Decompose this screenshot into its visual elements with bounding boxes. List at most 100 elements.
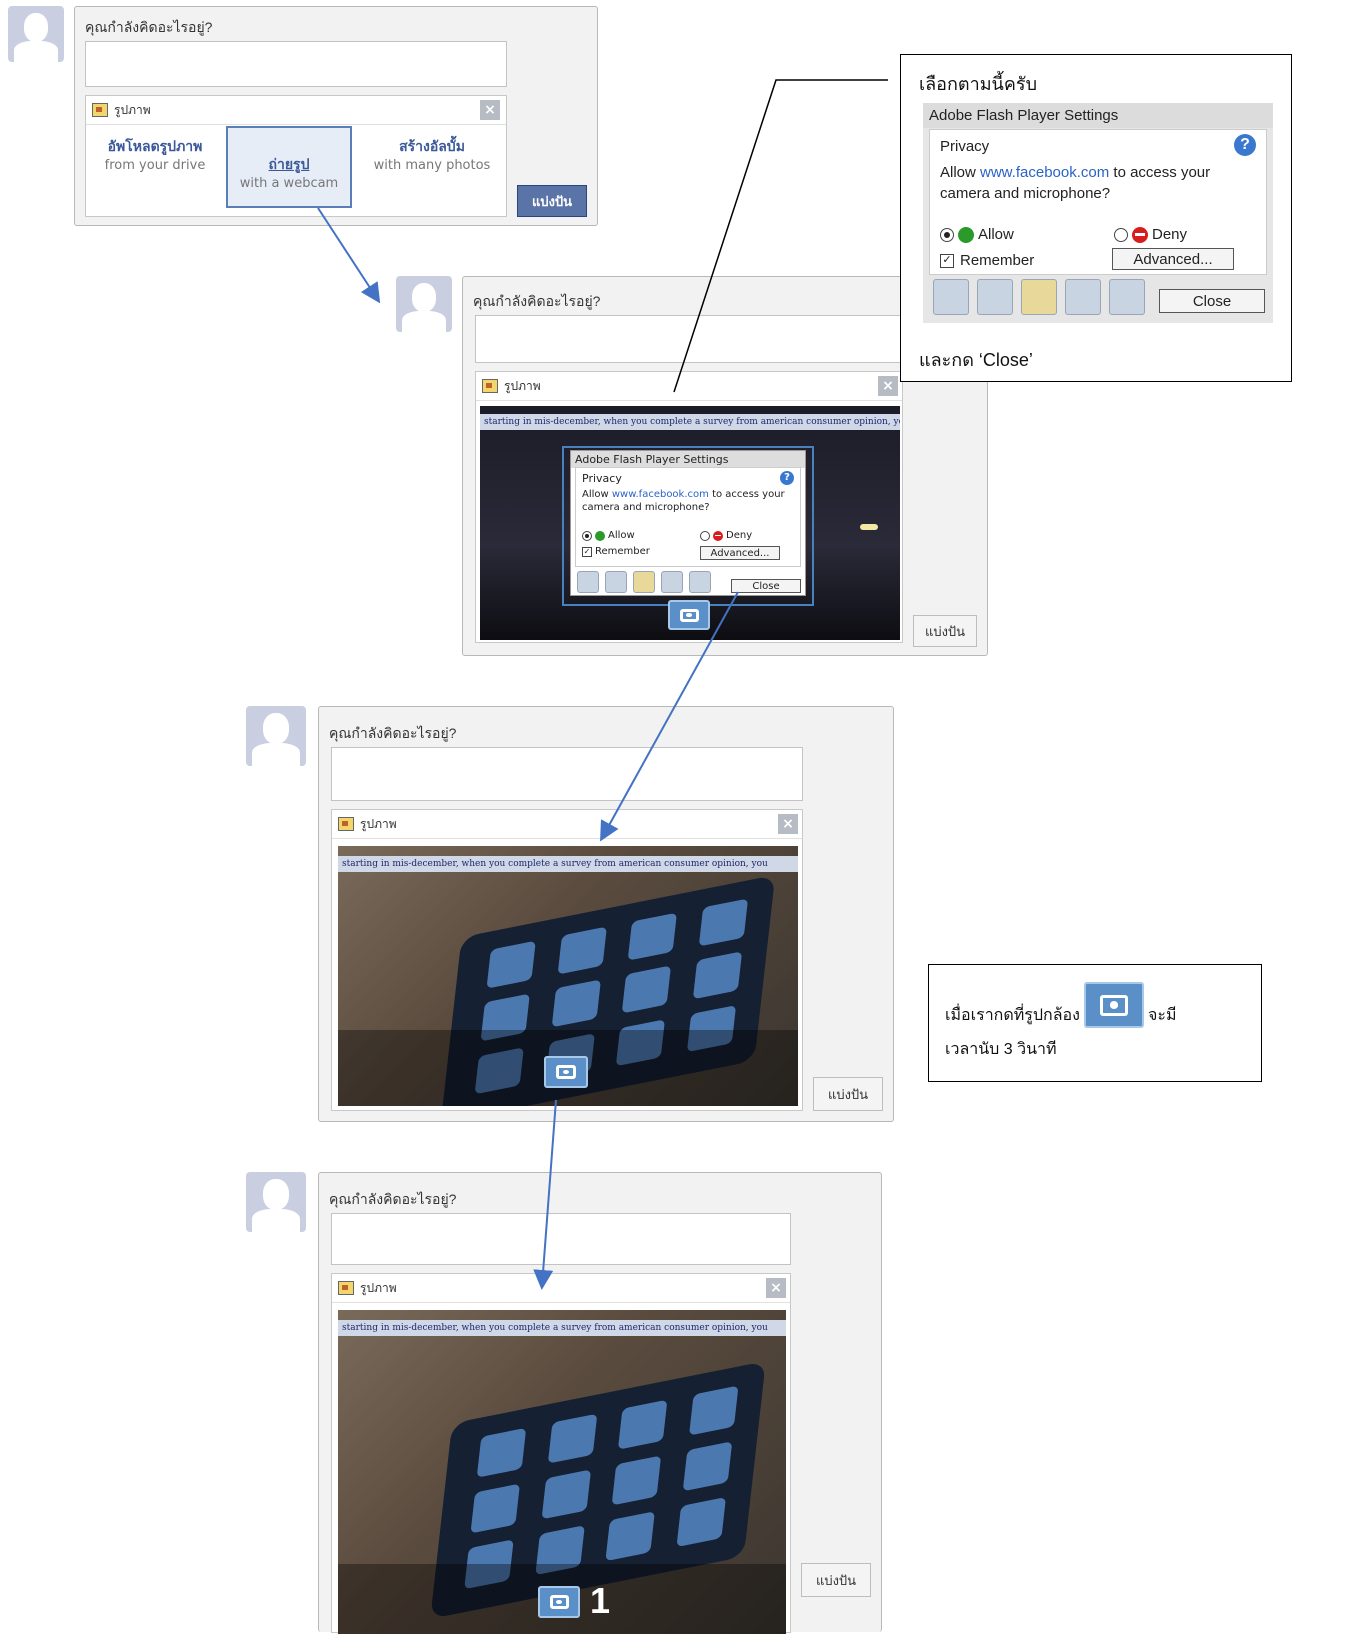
attachment-header: รูปภาพ (476, 372, 902, 401)
photo-icon (482, 379, 498, 393)
option-webcam[interactable]: ถ่ายรูป with a webcam (226, 126, 352, 208)
microphone-tab-icon[interactable] (1065, 279, 1101, 315)
status-input[interactable] (475, 315, 903, 363)
flash-section: Privacy (940, 138, 990, 155)
webcam-banner: starting in mis-december, when you compl… (480, 414, 900, 430)
share-button[interactable]: แบ่งปัน (913, 615, 977, 647)
option-sub: with many photos (373, 158, 491, 173)
privacy-tab-icon[interactable] (605, 571, 627, 593)
photo-icon (338, 817, 354, 831)
attachment-title: รูปภาพ (360, 816, 397, 831)
display-tab-icon[interactable] (933, 279, 969, 315)
webcam-banner: starting in mis-december, when you compl… (338, 856, 798, 872)
photo-attachment: รูปภาพ × อัพโหลดรูปภาพ from your drive ถ… (85, 95, 507, 217)
photo-attachment: รูปภาพ × starting in mis-december, when … (331, 1273, 791, 1634)
attachment-header: รูปภาพ (86, 96, 506, 125)
attachment-title: รูปภาพ (504, 378, 541, 393)
deny-option[interactable]: Deny (700, 530, 752, 541)
flash-settings-dialog: Adobe Flash Player Settings Privacy ? Al… (570, 450, 806, 596)
share-button[interactable]: แบ่งปัน (517, 185, 587, 217)
flash-tab-icons (933, 279, 1145, 315)
camera-icon[interactable] (544, 1056, 588, 1088)
flash-domain-link[interactable]: www.facebook.com (612, 489, 709, 500)
option-sub: from your drive (104, 158, 206, 173)
check-icon (595, 530, 605, 541)
countdown-number: 1 (590, 1580, 611, 1621)
composer-panel-1: คุณกำลังคิดอะไรอยู่? รูปภาพ × อัพโหลดรูป… (74, 6, 598, 226)
composer-panel-3: คุณกำลังคิดอะไรอยู่? รูปภาพ × starting i… (318, 706, 894, 1122)
camera-icon[interactable] (538, 1586, 580, 1618)
composer-panel-4: คุณกำลังคิดอะไรอยู่? รูปภาพ × starting i… (318, 1172, 882, 1634)
webcam-tab-icon[interactable] (689, 571, 711, 593)
status-input[interactable] (331, 1213, 791, 1265)
advanced-button[interactable]: Advanced... (1112, 248, 1234, 270)
advanced-button[interactable]: Advanced... (700, 546, 780, 560)
flash-question: Allow www.facebook.com to access your ca… (940, 164, 1211, 202)
callout-line-1: เมื่อเรากดที่รูปกล้อง จะมี (945, 982, 1176, 1028)
photo-icon (338, 1281, 354, 1295)
check-icon (958, 226, 974, 243)
help-icon[interactable]: ? (780, 471, 794, 485)
flash-title: Adobe Flash Player Settings (923, 103, 1273, 128)
privacy-tab-icon[interactable] (977, 279, 1013, 315)
callout-line-2: เวลานับ 3 วินาที (945, 1041, 1057, 1058)
flash-domain-link[interactable]: www.facebook.com (980, 164, 1109, 181)
status-input[interactable] (331, 747, 803, 801)
storage-tab-icon[interactable] (1021, 279, 1057, 315)
allow-option[interactable]: Allow (582, 530, 635, 541)
flash-privacy-panel: Privacy ? Allow www.facebook.com to acce… (929, 129, 1267, 275)
flash-tab-icons (577, 571, 711, 593)
status-input[interactable] (85, 41, 507, 87)
camera-callout: เมื่อเรากดที่รูปกล้อง จะมี เวลานับ 3 วิน… (928, 964, 1262, 1082)
share-button[interactable]: แบ่งปัน (813, 1077, 883, 1111)
callout-text: และกด ‘Close’ (919, 350, 1033, 370)
remember-checkbox[interactable]: ✓ Remember (582, 546, 650, 557)
option-title: สร้างอัลบั้ม (399, 139, 465, 155)
callout-text: เลือกตามนี้ครับ (919, 74, 1037, 94)
camera-icon (1083, 982, 1144, 1028)
deny-icon (1132, 226, 1148, 243)
attachment-title: รูปภาพ (360, 1280, 397, 1295)
flash-title: Adobe Flash Player Settings (571, 451, 805, 468)
close-icon[interactable]: × (766, 1278, 786, 1298)
storage-tab-icon[interactable] (633, 571, 655, 593)
option-sub: with a webcam (239, 176, 339, 191)
flash-settings-callout: เลือกตามนี้ครับ Adobe Flash Player Setti… (900, 54, 1292, 382)
webcam-banner: starting in mis-december, when you compl… (338, 1320, 786, 1336)
display-tab-icon[interactable] (577, 571, 599, 593)
remember-checkbox[interactable]: ✓ Remember (940, 252, 1034, 269)
webcam-tab-icon[interactable] (1109, 279, 1145, 315)
close-icon[interactable]: × (778, 814, 798, 834)
microphone-tab-icon[interactable] (661, 571, 683, 593)
avatar (246, 1172, 306, 1232)
avatar (8, 6, 64, 62)
flash-close-button[interactable]: Close (731, 579, 801, 593)
avatar (246, 706, 306, 766)
share-button[interactable]: แบ่งปัน (801, 1563, 871, 1597)
photo-attachment: รูปภาพ × starting in mis-december, when … (331, 809, 803, 1111)
composer-prompt: คุณกำลังคิดอะไรอยู่? (329, 1191, 457, 1207)
composer-prompt: คุณกำลังคิดอะไรอยู่? (473, 293, 601, 309)
deny-icon (713, 530, 723, 541)
option-upload[interactable]: อัพโหลดรูปภาพ from your drive (90, 136, 220, 173)
photo-icon (92, 103, 108, 117)
option-title: อัพโหลดรูปภาพ (107, 139, 203, 155)
flash-section: Privacy (582, 472, 622, 485)
deny-option[interactable]: Deny (1114, 226, 1187, 243)
avatar (396, 276, 452, 332)
webcam-preview: starting in mis-december, when you compl… (338, 846, 798, 1106)
flash-question: Allow www.facebook.com to access your ca… (582, 489, 785, 513)
allow-option[interactable]: Allow (940, 226, 1014, 243)
option-album[interactable]: สร้างอัลบั้ม with many photos (366, 136, 498, 173)
composer-prompt: คุณกำลังคิดอะไรอยู่? (85, 19, 213, 35)
flash-close-button[interactable]: Close (1159, 289, 1265, 313)
option-title: ถ่ายรูป (268, 157, 310, 173)
close-icon[interactable]: × (878, 376, 898, 396)
webcam-preview: starting in mis-december, when you compl… (338, 1310, 786, 1634)
webcam-preview: starting in mis-december, when you compl… (480, 406, 900, 640)
close-icon[interactable]: × (480, 100, 500, 120)
help-icon[interactable]: ? (1234, 134, 1256, 156)
composer-prompt: คุณกำลังคิดอะไรอยู่? (329, 725, 457, 741)
camera-icon[interactable] (668, 600, 710, 630)
flash-privacy-panel: Privacy ? Allow www.facebook.com to acce… (575, 467, 801, 567)
